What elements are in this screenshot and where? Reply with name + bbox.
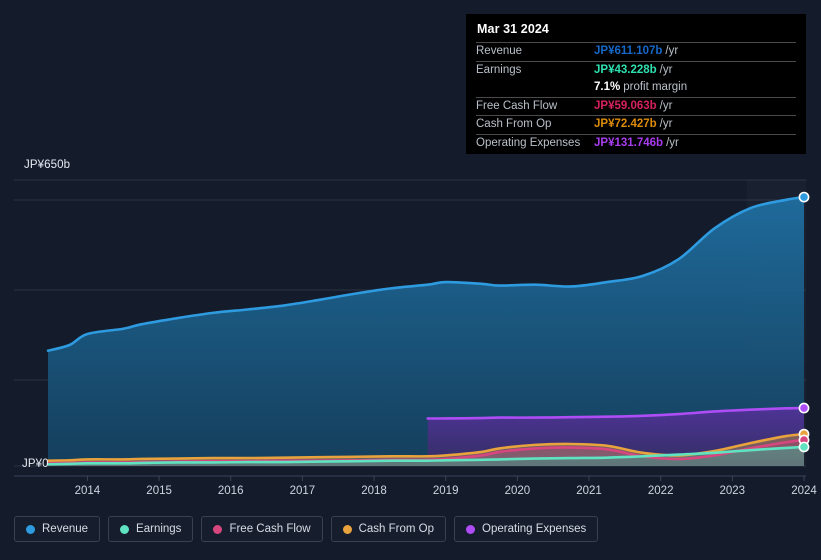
x-axis-label-2023: 2023 xyxy=(719,485,746,497)
legend-color-dot-icon xyxy=(466,524,476,534)
legend-color-dot-icon xyxy=(120,524,130,534)
tooltip-row-key: Earnings xyxy=(476,63,522,76)
tooltip-row-key: Revenue xyxy=(476,45,523,57)
endpoint-dot-revenue xyxy=(798,191,810,203)
tooltip-row-key: Cash From Op xyxy=(476,118,552,131)
legend-item-revenue[interactable]: Revenue xyxy=(14,516,101,542)
axis-ticks xyxy=(14,475,806,481)
tooltip-row: Free Cash Flow JP¥59.063b/yr xyxy=(476,96,796,116)
tooltip-row: Operating Expenses JP¥131.746b/yr xyxy=(476,133,796,153)
x-axis-label-2018: 2018 xyxy=(361,485,387,497)
x-axis-label-2014: 2014 xyxy=(74,485,101,497)
tooltip-row-value: JP¥611.107b/yr xyxy=(594,45,679,57)
tooltip-date: Mar 31 2024 xyxy=(477,22,549,36)
tooltip-row: Revenue JP¥611.107b/yr xyxy=(476,42,796,61)
chart-legend[interactable]: Revenue Earnings Free Cash Flow Cash From O… xyxy=(14,516,599,542)
tooltip-rows: Revenue JP¥611.107b/yr Earnings JP¥43.228b /… xyxy=(476,42,796,153)
tooltip-row-value: 7.1% profit margin xyxy=(594,81,688,94)
legend-color-dot-icon xyxy=(342,524,352,534)
x-axis-label-2017: 2017 xyxy=(289,485,316,497)
legend-item-label: Revenue xyxy=(42,523,89,535)
x-axis-label-2016: 2016 xyxy=(217,485,244,497)
series-areas xyxy=(48,197,804,467)
legend-item-free-cash-flow[interactable]: Free Cash Flow xyxy=(201,516,323,542)
legend-item-label: Earnings xyxy=(136,523,182,535)
legend-item-label: Operating Expenses xyxy=(482,523,587,535)
legend-color-dot-icon xyxy=(213,524,223,534)
tooltip-row-key: Free Cash Flow xyxy=(476,99,558,112)
tooltip-row-value: JP¥131.746b/yr xyxy=(594,136,679,149)
tooltip-row: Cash From Op JP¥72.427b/yr xyxy=(476,115,796,134)
tooltip-row-key: Operating Expenses xyxy=(476,136,581,149)
x-axis-label-2021: 2021 xyxy=(576,485,602,497)
x-axis-label-2020: 2020 xyxy=(504,485,531,497)
x-axis-label-2015: 2015 xyxy=(146,485,172,497)
x-axis-label-2019: 2019 xyxy=(432,485,459,497)
data-tooltip: Mar 31 2024 Revenue JP¥611.107b/yr Earning… xyxy=(466,14,806,154)
financial-chart-panel: JP¥650b JP¥0 2014 2015 2016 2017 2018 2019 202… xyxy=(0,0,821,560)
tooltip-row-unit: profit margin xyxy=(623,81,688,94)
endpoint-dot-operating-expenses xyxy=(798,402,810,414)
y-axis-zero-label: JP¥0 xyxy=(22,458,49,470)
legend-item-operating-expenses[interactable]: Operating Expenses xyxy=(454,516,599,542)
tooltip-row-unit: /yr xyxy=(659,63,673,76)
legend-item-label: Free Cash Flow xyxy=(229,523,311,535)
tooltip-row: 7.1% profit margin xyxy=(476,79,796,97)
y-axis-top-label: JP¥650b xyxy=(24,159,71,171)
tooltip-row-value: JP¥72.427b/yr xyxy=(594,118,673,131)
legend-item-earnings[interactable]: Earnings xyxy=(108,516,194,542)
tooltip-row-value: JP¥59.063b/yr xyxy=(594,99,673,112)
legend-item-cash-from-op[interactable]: Cash From Op xyxy=(330,516,447,542)
tooltip-row-unit: /yr xyxy=(665,45,679,57)
legend-item-label: Cash From Op xyxy=(358,523,435,535)
tooltip-row-value: JP¥43.228b/yr xyxy=(594,63,673,76)
legend-color-dot-icon xyxy=(26,524,35,534)
x-axis-label-2022: 2022 xyxy=(647,485,674,497)
endpoint-dot-earnings xyxy=(798,441,810,453)
tooltip-row-unit: /yr xyxy=(666,136,679,149)
tooltip-row-unit: /yr xyxy=(659,118,673,131)
x-axis-label-2024: 2024 xyxy=(791,485,817,497)
tooltip-row-unit: /yr xyxy=(659,99,673,112)
tooltip-row: Earnings JP¥43.228b/yr xyxy=(476,60,796,80)
